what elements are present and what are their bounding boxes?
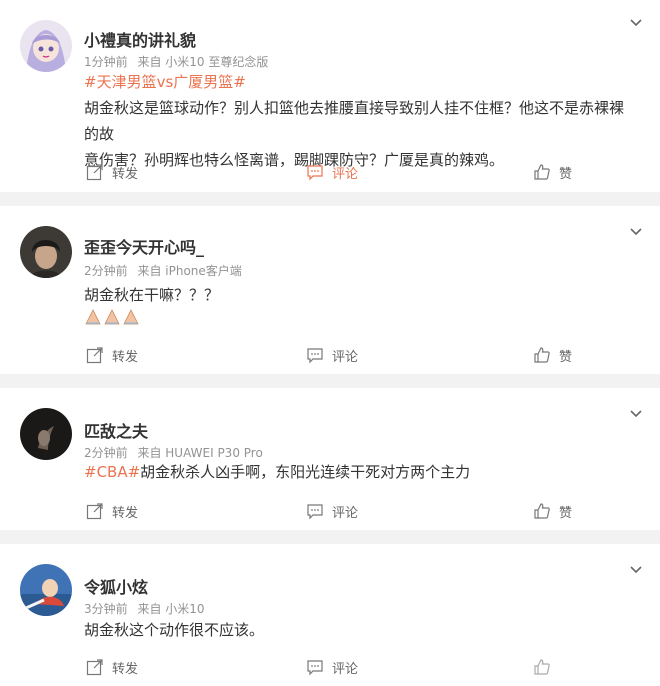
comment-body: #CBA#胡金秋杀人凶手啊，东阳光连续干死对方两个主力 <box>84 459 632 485</box>
comment-body: #天津男篮vs广厦男篮# 胡金秋这是篮球动作？别人扣篮他去推腰直接导致别人挂不住… <box>84 69 632 173</box>
comment-icon <box>307 660 323 676</box>
comment-text-line: 胡金秋这是篮球动作？别人扣篮他去推腰直接导致别人挂不住框？他这不是赤裸裸的故 <box>84 99 625 143</box>
comment-text: 胡金秋在干嘛？？？ <box>84 286 220 304</box>
comment-icon <box>307 348 323 364</box>
username[interactable]: 令狐小炫 <box>84 574 148 598</box>
like-button[interactable] <box>533 655 551 679</box>
timestamp: 3分钟前 <box>84 602 128 616</box>
username[interactable]: 匹敌之夫 <box>84 418 148 442</box>
chevron-down-icon[interactable] <box>628 561 644 577</box>
source-device: 来自 iPhone客户端 <box>137 264 242 278</box>
share-icon <box>86 659 103 676</box>
share-icon <box>86 164 103 181</box>
comment-text: 胡金秋杀人凶手啊，东阳光连续干死对方两个主力 <box>140 463 471 481</box>
avatar[interactable] <box>20 408 72 460</box>
thumbs-up-icon <box>534 347 550 363</box>
timestamp: 2分钟前 <box>84 264 128 278</box>
comment-button[interactable]: 评论 <box>306 499 358 523</box>
chevron-down-icon[interactable] <box>628 223 644 239</box>
source-device: 来自 小米10 <box>137 602 205 616</box>
thumbs-up-icon <box>534 164 550 180</box>
username[interactable]: 小禮真的讲礼貌 <box>84 27 196 51</box>
avatar[interactable] <box>20 226 72 278</box>
repost-button[interactable]: 转发 <box>86 343 138 367</box>
comment-button[interactable]: 评论 <box>306 343 358 367</box>
repost-button[interactable]: 转发 <box>86 160 138 184</box>
comment-body: 胡金秋在干嘛？？？ <box>84 282 632 308</box>
action-bar: 转发 评论 赞 <box>0 499 660 523</box>
avatar[interactable] <box>20 564 72 616</box>
repost-button[interactable]: 转发 <box>86 655 138 679</box>
comment-text: 胡金秋这个动作很不应该。 <box>84 621 265 639</box>
source-device: 来自 小米10 至尊纪念版 <box>137 55 269 69</box>
thumbs-up-icon <box>534 503 550 519</box>
comment-card: 歪歪今天开心吗_ 2分钟前 来自 iPhone客户端 胡金秋在干嘛？？？ 转发 … <box>0 206 660 374</box>
share-icon <box>86 503 103 520</box>
source-device: 来自 HUAWEI P30 Pro <box>137 446 263 460</box>
repost-button[interactable]: 转发 <box>86 499 138 523</box>
action-bar: 转发 评论 <box>0 655 660 679</box>
comment-icon <box>307 165 323 181</box>
comment-button[interactable]: 评论 <box>303 159 358 184</box>
comment-button[interactable]: 评论 <box>306 655 358 679</box>
like-button[interactable]: 赞 <box>533 160 572 184</box>
comment-icon <box>307 504 323 520</box>
action-bar: 转发 评论 赞 <box>0 343 660 367</box>
timestamp: 2分钟前 <box>84 446 128 460</box>
comment-card: 小禮真的讲礼貌 1分钟前 来自 小米10 至尊纪念版 #天津男篮vs广厦男篮# … <box>0 0 660 192</box>
comment-card: 令狐小炫 3分钟前 来自 小米10 胡金秋这个动作很不应该。 转发 评论 <box>0 544 660 686</box>
like-button[interactable]: 赞 <box>533 343 572 367</box>
timestamp: 1分钟前 <box>84 55 128 69</box>
thumbs-up-icon <box>534 659 550 675</box>
pray-emoji-icon <box>85 309 139 325</box>
post-meta: 3分钟前 来自 小米10 <box>84 600 205 617</box>
comment-body: 胡金秋这个动作很不应该。 <box>84 617 632 643</box>
action-bar: 转发 评论 赞 <box>0 159 660 184</box>
share-icon <box>86 347 103 364</box>
username[interactable]: 歪歪今天开心吗_ <box>84 234 204 258</box>
chevron-down-icon[interactable] <box>628 14 644 30</box>
avatar[interactable] <box>20 20 72 72</box>
comment-card: 匹敌之夫 2分钟前 来自 HUAWEI P30 Pro #CBA#胡金秋杀人凶手… <box>0 388 660 530</box>
comment-feed: 小禮真的讲礼貌 1分钟前 来自 小米10 至尊纪念版 #天津男篮vs广厦男篮# … <box>0 0 660 686</box>
topic-tag[interactable]: #CBA# <box>84 463 140 481</box>
topic-tag[interactable]: #天津男篮vs广厦男篮# <box>84 73 246 91</box>
emoji-row <box>84 306 144 330</box>
like-button[interactable]: 赞 <box>533 499 572 523</box>
post-meta: 2分钟前 来自 iPhone客户端 <box>84 262 242 279</box>
post-meta: 1分钟前 来自 小米10 至尊纪念版 <box>84 53 268 70</box>
chevron-down-icon[interactable] <box>628 405 644 421</box>
